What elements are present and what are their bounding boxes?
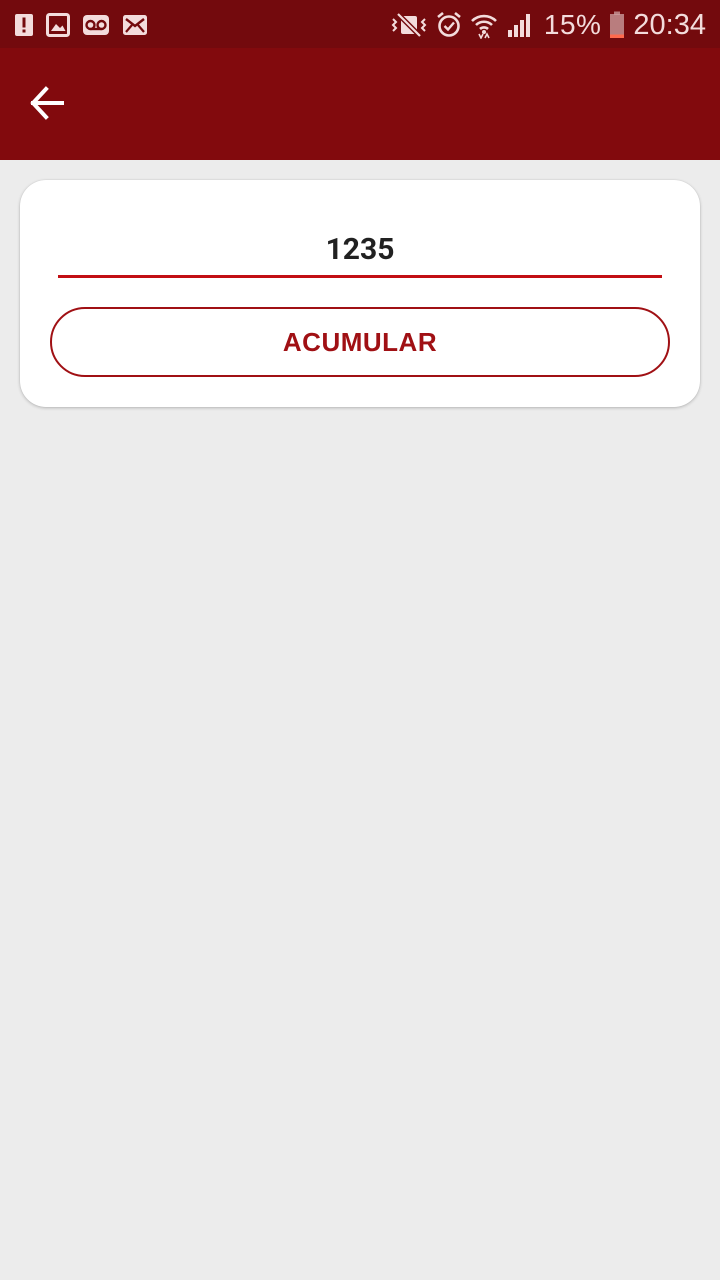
email-icon (123, 15, 147, 35)
vibrate-mute-icon (391, 12, 427, 38)
system-status: 15% 20:34 (382, 8, 706, 42)
back-button[interactable] (18, 74, 76, 132)
image-icon (46, 13, 70, 37)
acumular-button[interactable]: ACUMULAR (50, 307, 670, 377)
voicemail-icon (83, 15, 109, 35)
status-bar: 15% 20:34 (0, 0, 720, 48)
arrow-back-icon (30, 86, 64, 120)
battery-percent: 15% (543, 9, 602, 40)
alert-icon (15, 14, 33, 36)
accumulate-card: ACUMULAR (20, 180, 700, 407)
signal-icon (507, 14, 530, 37)
app-bar (0, 48, 720, 160)
code-input[interactable] (58, 224, 662, 278)
battery-icon (610, 11, 625, 38)
alarm-icon (437, 11, 461, 37)
wifi-icon (470, 14, 497, 39)
clock: 20:34 (633, 9, 706, 41)
notification-icons (14, 12, 160, 38)
